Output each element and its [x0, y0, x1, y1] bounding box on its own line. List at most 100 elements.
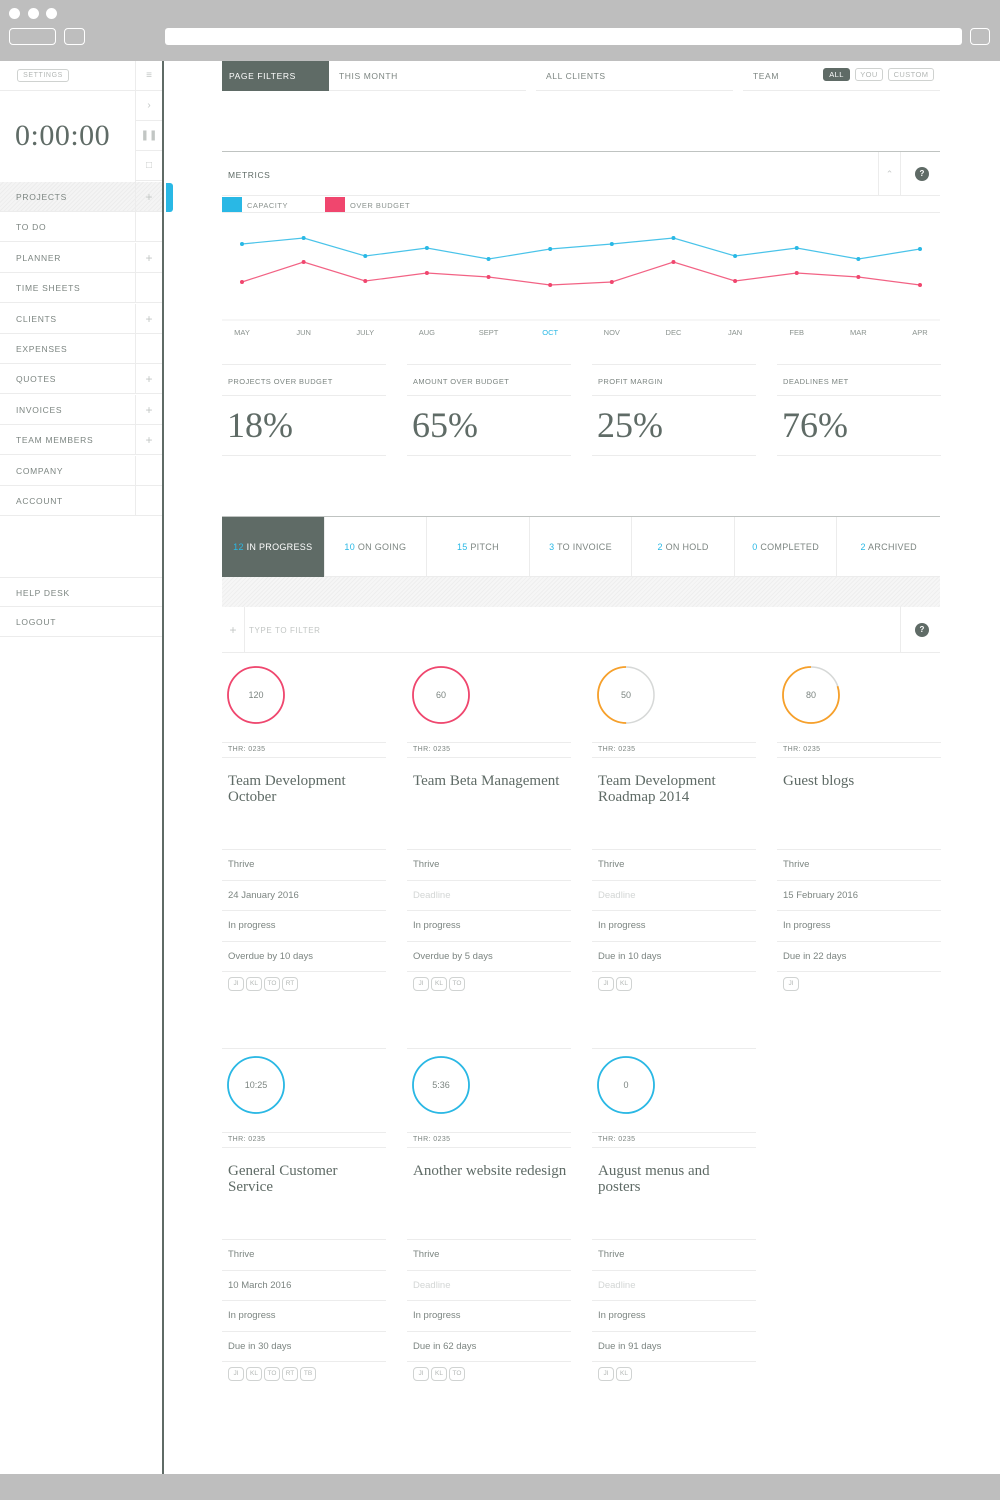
data-point-over-budget-apr[interactable]: [918, 283, 922, 287]
x-tick-label[interactable]: MAY: [234, 328, 250, 337]
x-tick-label[interactable]: FEB: [789, 328, 804, 337]
stop-icon[interactable]: □: [136, 151, 162, 181]
data-point-capacity-dec[interactable]: [671, 236, 676, 240]
sidebar-item-to-do[interactable]: TO DO: [0, 212, 162, 243]
member-avatar[interactable]: JI: [413, 1367, 429, 1381]
menu-icon[interactable]: ≡: [135, 61, 162, 91]
x-tick-label[interactable]: OCT: [542, 328, 558, 337]
data-point-over-budget-nov[interactable]: [609, 280, 614, 284]
project-name[interactable]: Team Development Roadmap 2014: [598, 773, 753, 805]
member-avatar[interactable]: JI: [228, 1367, 244, 1381]
tab-archived[interactable]: 2 ARCHIVED: [837, 517, 940, 577]
tab-on-hold[interactable]: 2 ON HOLD: [632, 517, 735, 577]
member-avatar[interactable]: TO: [449, 1367, 465, 1381]
add-icon[interactable]: +: [135, 303, 162, 334]
pause-icon[interactable]: ❚❚: [136, 121, 162, 151]
project-name[interactable]: Team Beta Management: [413, 773, 568, 789]
project-name[interactable]: Another website redesign: [413, 1163, 568, 1179]
project-deadline[interactable]: 24 January 2016: [222, 879, 386, 911]
data-point-capacity-oct[interactable]: [548, 247, 553, 251]
data-point-over-budget-sept[interactable]: [486, 275, 491, 279]
member-avatar[interactable]: JI: [228, 977, 244, 991]
data-point-capacity-nov[interactable]: [609, 242, 614, 246]
sidebar-item-expenses[interactable]: EXPENSES: [0, 334, 162, 364]
project-card[interactable]: 5:36 THR: 0235 Another website redesign Thr…: [407, 1048, 571, 1381]
add-icon[interactable]: +: [135, 394, 162, 425]
member-avatar[interactable]: KL: [616, 977, 632, 991]
tab-in-progress[interactable]: 12 IN PROGRESS: [222, 517, 325, 577]
project-name[interactable]: Team Development October: [228, 773, 383, 805]
project-deadline[interactable]: Deadline: [407, 879, 571, 911]
project-deadline[interactable]: Deadline: [592, 1269, 756, 1301]
data-point-over-budget-may[interactable]: [240, 280, 244, 284]
tabs-button[interactable]: [64, 28, 85, 45]
x-tick-label[interactable]: AUG: [419, 328, 435, 337]
data-point-capacity-july[interactable]: [363, 254, 368, 258]
data-point-capacity-sept[interactable]: [486, 257, 491, 261]
sidebar-item-time-sheets[interactable]: TIME SHEETS: [0, 273, 162, 304]
add-icon[interactable]: +: [135, 364, 162, 395]
member-avatar[interactable]: RT: [282, 977, 298, 991]
tab-on-going[interactable]: 10 ON GOING: [325, 517, 428, 577]
team-option-all[interactable]: ALL: [823, 68, 850, 81]
project-deadline[interactable]: 15 February 2016: [777, 879, 941, 911]
data-point-capacity-mar[interactable]: [856, 257, 861, 261]
sidebar-item-clients[interactable]: CLIENTS +: [0, 303, 162, 334]
data-point-over-budget-feb[interactable]: [794, 271, 799, 275]
sidebar-item-projects[interactable]: PROJECTS +: [0, 182, 162, 212]
sidebar-item-help-desk[interactable]: HELP DESK: [0, 577, 162, 607]
member-avatar[interactable]: TO: [449, 977, 465, 991]
window-maximize-button[interactable]: [46, 8, 57, 19]
data-point-over-budget-july[interactable]: [363, 279, 368, 283]
member-avatar[interactable]: JI: [783, 977, 799, 991]
data-point-over-budget-jun[interactable]: [301, 260, 306, 264]
tab-completed[interactable]: 0 COMPLETED: [735, 517, 838, 577]
x-tick-label[interactable]: JULY: [356, 328, 374, 337]
data-point-over-budget-dec[interactable]: [671, 260, 676, 264]
project-card[interactable]: 10:25 THR: 0235 General Customer Service Th…: [222, 1048, 386, 1381]
x-tick-label[interactable]: DEC: [666, 328, 682, 337]
address-bar[interactable]: [165, 28, 962, 45]
sidebar-item-company[interactable]: COMPANY: [0, 455, 162, 486]
sidebar-item-account[interactable]: ACCOUNT: [0, 486, 162, 516]
play-icon[interactable]: ›: [136, 91, 162, 121]
sidebar-item-quotes[interactable]: QUOTES +: [0, 364, 162, 395]
team-option-you[interactable]: YOU: [855, 68, 883, 81]
data-point-capacity-feb[interactable]: [794, 246, 799, 250]
chevron-up-icon[interactable]: ⌃: [878, 152, 900, 196]
add-icon[interactable]: +: [135, 182, 162, 212]
x-tick-label[interactable]: APR: [912, 328, 928, 337]
member-avatar[interactable]: KL: [246, 1367, 262, 1381]
add-project-icon[interactable]: +: [222, 607, 245, 653]
add-icon[interactable]: +: [135, 425, 162, 456]
data-point-over-budget-jan[interactable]: [733, 279, 738, 283]
project-name[interactable]: General Customer Service: [228, 1163, 383, 1195]
project-name[interactable]: Guest blogs: [783, 773, 938, 789]
x-tick-label[interactable]: MAR: [850, 328, 867, 337]
sidebar-item-invoices[interactable]: INVOICES +: [0, 394, 162, 425]
member-avatar[interactable]: TB: [300, 1367, 316, 1381]
project-card[interactable]: 0 THR: 0235 August menus and posters Thrive…: [592, 1048, 756, 1381]
member-avatar[interactable]: KL: [431, 977, 447, 991]
back-forward-button[interactable]: [9, 28, 56, 45]
data-point-over-budget-mar[interactable]: [856, 275, 861, 279]
member-avatar[interactable]: TO: [264, 977, 280, 991]
team-option-custom[interactable]: CUSTOM: [888, 68, 934, 81]
clients-filter[interactable]: ALL CLIENTS: [536, 61, 733, 91]
data-point-over-budget-oct[interactable]: [548, 283, 553, 287]
sidebar-item-planner[interactable]: PLANNER +: [0, 242, 162, 273]
tab-pitch[interactable]: 15 PITCH: [427, 517, 530, 577]
period-filter[interactable]: THIS MONTH: [329, 61, 526, 91]
member-avatar[interactable]: JI: [413, 977, 429, 991]
data-point-over-budget-aug[interactable]: [424, 271, 429, 275]
x-tick-label[interactable]: JAN: [728, 328, 742, 337]
tab-to-invoice[interactable]: 3 TO INVOICE: [530, 517, 633, 577]
sidebar-item-team-members[interactable]: TEAM MEMBERS +: [0, 425, 162, 456]
x-tick-label[interactable]: NOV: [604, 328, 620, 337]
x-tick-label[interactable]: SEPT: [479, 328, 499, 337]
member-avatar[interactable]: KL: [431, 1367, 447, 1381]
member-avatar[interactable]: JI: [598, 977, 614, 991]
data-point-capacity-aug[interactable]: [424, 246, 429, 250]
filter-input[interactable]: [249, 622, 849, 638]
data-point-capacity-may[interactable]: [240, 242, 244, 246]
